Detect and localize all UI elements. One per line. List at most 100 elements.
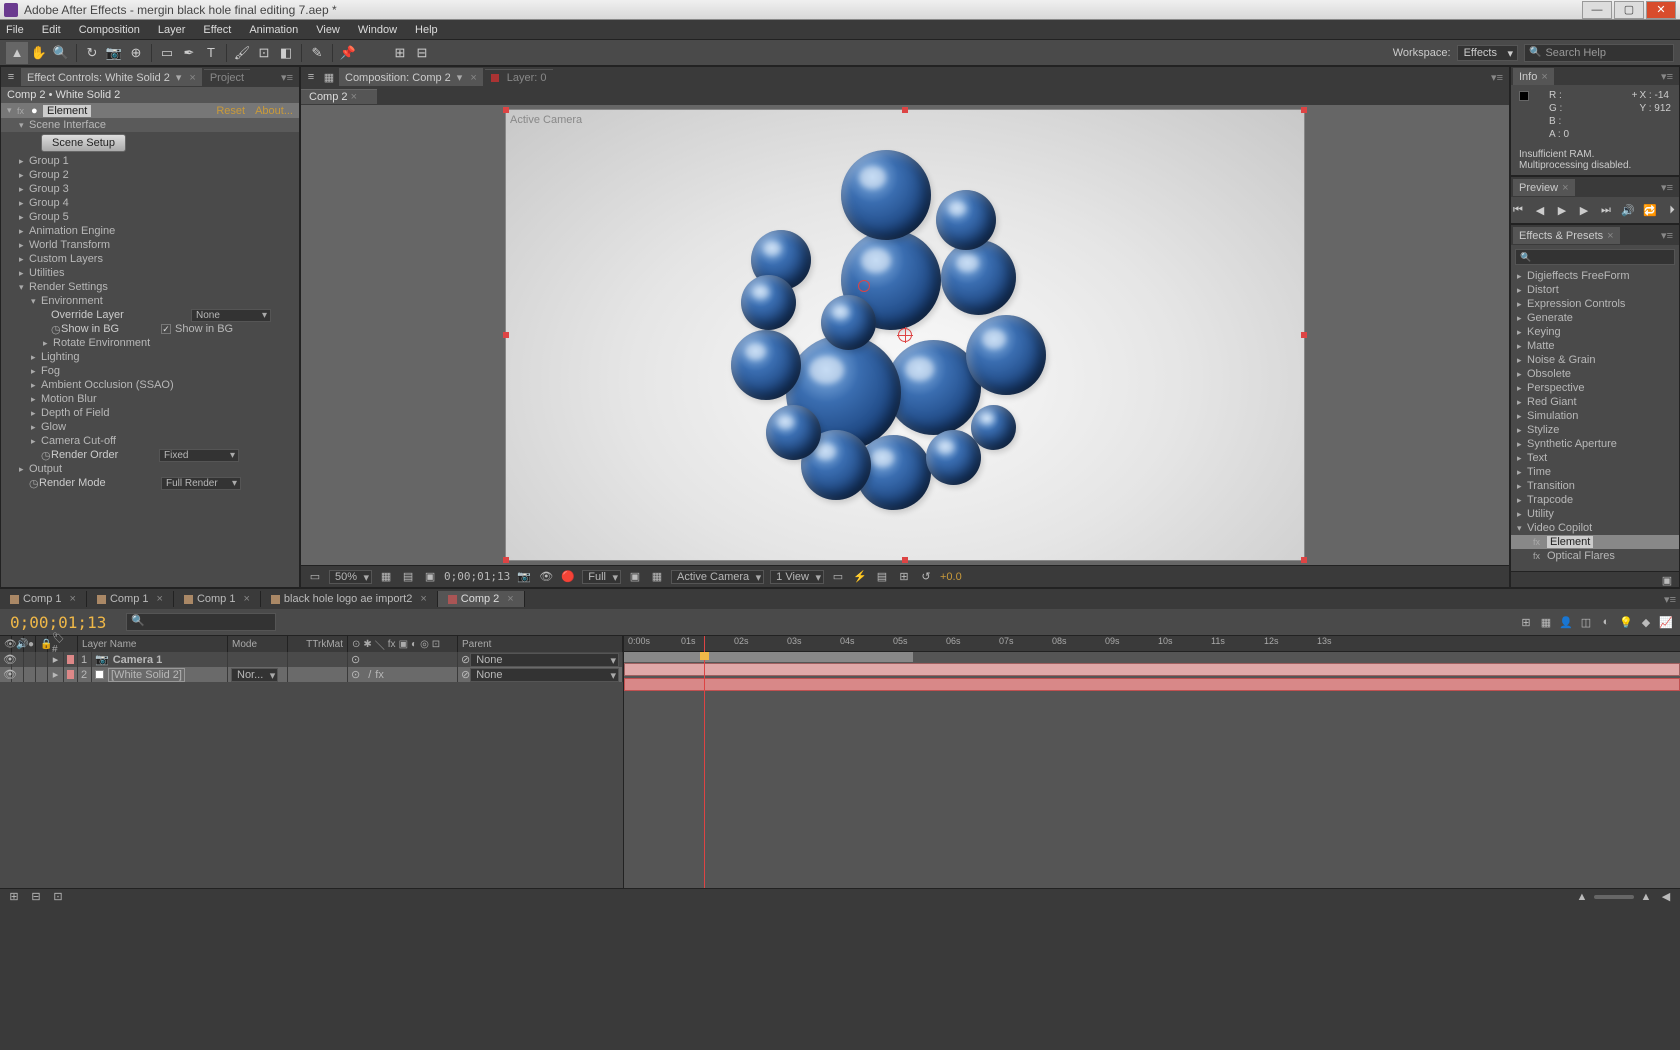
ep-folder[interactable]: ▸Time [1511,465,1679,479]
timeline-tab[interactable]: black hole logo ae import2× [261,591,438,607]
prop-label[interactable]: Custom Layers [29,253,103,265]
timeline-icon[interactable]: ▤ [874,569,890,585]
twirl-icon[interactable]: ▸ [19,198,29,209]
twirl-icon[interactable]: ▸ [31,408,41,419]
handle[interactable] [1301,557,1307,563]
brush-tool[interactable]: 🖌 [231,42,253,64]
exposure-value[interactable]: +0.0 [940,571,962,583]
selection-tool[interactable]: ▲ [6,42,28,64]
close-button[interactable] [1646,1,1676,19]
ep-folder[interactable]: ▸Obsolete [1511,367,1679,381]
guides-icon[interactable]: ▤ [400,569,416,585]
video-col-icon[interactable]: 👁 [0,636,12,652]
snap-toggle[interactable]: ⊞ [389,42,411,64]
view-dropdown[interactable]: Active Camera [671,570,764,584]
override-layer-dropdown[interactable]: None [191,309,271,322]
twirl-icon[interactable]: ▾ [7,105,17,116]
current-time-indicator[interactable] [704,636,705,888]
pen-tool[interactable]: ✒ [178,42,200,64]
next-frame-button[interactable]: ▶ [1577,203,1591,217]
rectangle-tool[interactable]: ▭ [156,42,178,64]
workspace-dropdown[interactable]: Effects [1457,45,1518,61]
prev-frame-button[interactable]: ◀ [1533,203,1547,217]
twirl-icon[interactable]: ▸ [19,254,29,265]
menu-edit[interactable]: Edit [42,24,61,36]
channel-icon[interactable]: 🔴 [560,569,576,585]
layer-row-white-solid[interactable]: 👁 ▸ 2 [White Solid 2] Nor... ⊙/fx ⊘ None [0,667,623,682]
twirl-icon[interactable]: ▾ [19,120,29,131]
layer-tab[interactable]: Layer: 0 [485,69,553,86]
clone-tool[interactable]: ⊡ [253,42,275,64]
ep-folder[interactable]: ▸Distort [1511,283,1679,297]
twirl-icon[interactable]: ▸ [19,170,29,181]
ep-folder[interactable]: ▸Keying [1511,325,1679,339]
show-snapshot-icon[interactable]: 👁 [538,569,554,585]
always-preview-icon[interactable]: ▭ [307,569,323,585]
new-bin-icon[interactable]: ▣ [1659,572,1675,588]
handle[interactable] [503,107,509,113]
effect-controls-tab[interactable]: Effect Controls: White Solid 2▾× [21,68,202,86]
group-label[interactable]: Group 2 [29,169,69,181]
prop-label[interactable]: Animation Engine [29,225,115,237]
draft-3d-icon[interactable]: ▦ [1538,614,1554,630]
ep-folder[interactable]: ▸Red Giant [1511,395,1679,409]
menu-effect[interactable]: Effect [203,24,231,36]
twirl-icon[interactable]: ▸ [19,226,29,237]
ep-effect-optical-flares[interactable]: fxOptical Flares [1511,549,1679,563]
rs-item-label[interactable]: Glow [41,421,66,433]
environment-label[interactable]: Environment [41,295,103,307]
layer-bar-white-solid[interactable] [624,678,1680,691]
ep-folder[interactable]: ▸Noise & Grain [1511,353,1679,367]
transparency-icon[interactable]: ▦ [649,569,665,585]
pan-behind-tool[interactable]: ⊕ [125,42,147,64]
twirl-icon[interactable]: ▾ [31,296,41,307]
lock-col-icon[interactable]: 🔒 [36,636,48,652]
timeline-track-area[interactable]: 0:00s 01s 02s 03s 04s 05s 06s 07s 08s 09… [624,636,1680,888]
rs-item-label[interactable]: Ambient Occlusion (SSAO) [41,379,174,391]
handle[interactable] [1301,107,1307,113]
layer-name-col[interactable]: Layer Name [78,636,228,652]
render-mode-dropdown[interactable]: Full Render [161,477,241,490]
current-time-display[interactable]: 0;00;01;13 [10,613,106,632]
handle[interactable] [902,107,908,113]
shy-icon[interactable]: 👤 [1558,614,1574,630]
effects-search-input[interactable] [1515,249,1675,265]
rs-item-label[interactable]: Fog [41,365,60,377]
fx-icon[interactable]: fx [17,106,31,116]
effects-presets-tab[interactable]: Effects & Presets × [1513,227,1620,244]
twirl-icon[interactable]: ▸ [19,156,29,167]
ep-folder-open[interactable]: ▾Video Copilot [1511,521,1679,535]
mode-col[interactable]: Mode [228,636,288,652]
anchor-point[interactable] [898,328,912,342]
about-link[interactable]: About... [255,105,293,117]
zoom-tool[interactable]: 🔍 [50,42,72,64]
zoom-slider[interactable] [1594,895,1634,899]
rs-item-label[interactable]: Depth of Field [41,407,109,419]
pixel-aspect-icon[interactable]: ▭ [830,569,846,585]
graph-editor-icon[interactable]: 📈 [1658,614,1674,630]
work-area-bar[interactable] [624,652,913,662]
mask-icon[interactable]: ▣ [422,569,438,585]
twirl-icon[interactable]: ▸ [19,464,29,475]
ep-folder[interactable]: ▸Perspective [1511,381,1679,395]
composition-viewer[interactable]: Active Camera [301,105,1509,565]
timeline-tab-active[interactable]: Comp 2× [438,591,525,607]
handle[interactable] [1301,332,1307,338]
type-tool[interactable]: T [200,42,222,64]
reset-exposure-icon[interactable]: ↺ [918,569,934,585]
panel-grip-icon[interactable]: ≡ [3,69,19,85]
rotation-tool[interactable]: ↻ [81,42,103,64]
menu-animation[interactable]: Animation [249,24,298,36]
puppet-tool[interactable]: 📌 [337,42,359,64]
ep-folder[interactable]: ▸Utility [1511,507,1679,521]
menu-composition[interactable]: Composition [79,24,140,36]
group-label[interactable]: Group 3 [29,183,69,195]
minimize-button[interactable] [1582,1,1612,19]
render-order-dropdown[interactable]: Fixed [159,449,239,462]
rs-item-label[interactable]: Lighting [41,351,80,363]
prop-label[interactable]: World Transform [29,239,110,251]
rs-item-label[interactable]: Motion Blur [41,393,97,405]
menu-window[interactable]: Window [358,24,397,36]
menu-file[interactable]: File [6,24,24,36]
ep-folder[interactable]: ▸Synthetic Aperture [1511,437,1679,451]
